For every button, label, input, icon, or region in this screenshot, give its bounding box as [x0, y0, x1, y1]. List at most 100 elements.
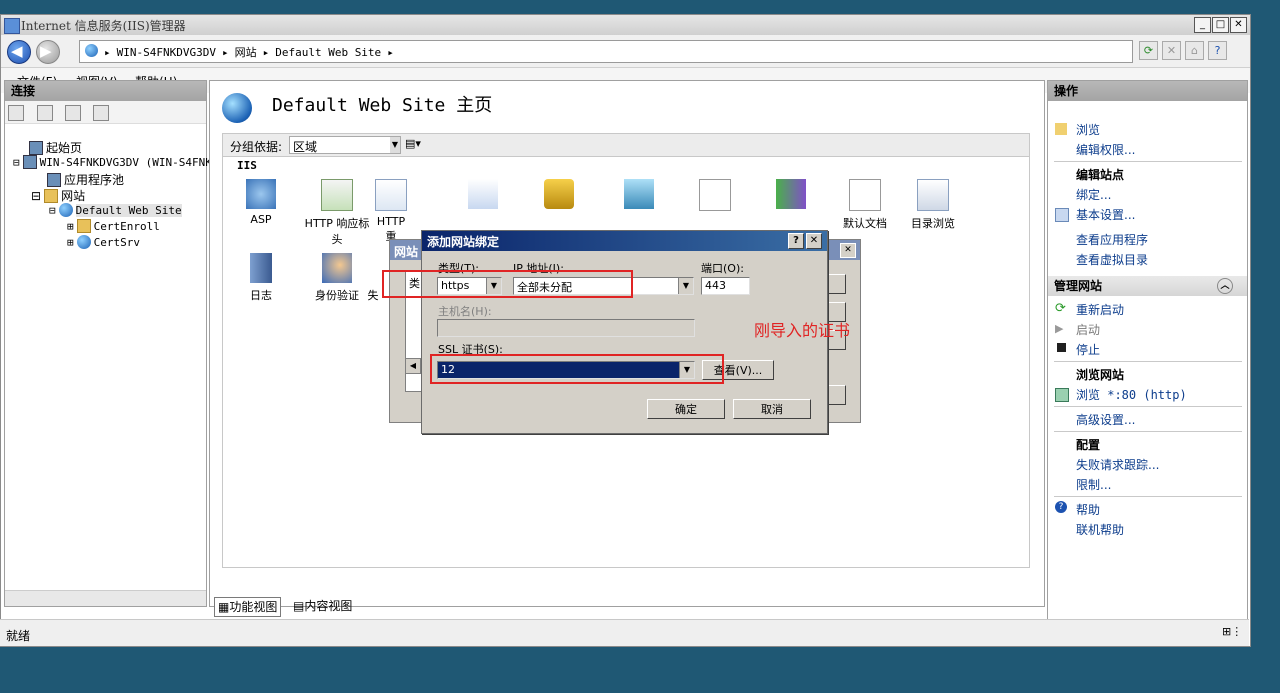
tab-content-view[interactable]: ▤内容视图 — [290, 597, 355, 615]
tree-app-pools[interactable]: 应用程序池 — [47, 171, 124, 188]
feature-http-response-headers[interactable]: HTTP 响应标头 — [303, 179, 371, 247]
start-icon: ▶ — [1055, 322, 1064, 335]
action-basic-settings[interactable]: 基本设置... — [1076, 206, 1135, 223]
save-icon[interactable] — [37, 105, 53, 121]
window-title: Internet 信息服务(IIS)管理器 — [21, 19, 186, 33]
forward-button[interactable]: ▶ — [36, 40, 60, 64]
crumb-sites[interactable]: 网站 — [235, 46, 257, 59]
address-bar[interactable]: ▸ WIN-S4FNKDVG3DV ▸ 网站 ▸ Default Web Site ▸ — [79, 40, 1133, 63]
forward-arrow-icon: ▶ — [40, 42, 52, 60]
browse-site-icon — [1055, 388, 1069, 402]
auth-icon — [322, 253, 352, 283]
highlight-type-ip-box — [382, 270, 633, 298]
edit-site-heading: 编辑站点 — [1076, 168, 1125, 182]
group-by-value: 区域 — [293, 140, 318, 154]
manage-site-group[interactable]: 管理网站 ︿ — [1048, 276, 1247, 296]
up-icon[interactable] — [65, 105, 81, 121]
action-failed-request-tracing[interactable]: 失败请求跟踪... — [1076, 456, 1159, 473]
close-button[interactable]: ✕ — [840, 243, 856, 258]
asp-icon — [246, 179, 276, 209]
site-globe-icon — [222, 93, 252, 123]
feature-failed-trace[interactable]: 失 — [363, 287, 383, 303]
back-arrow-icon: ◀ — [11, 42, 23, 60]
action-advanced-settings[interactable]: 高级设置... — [1076, 411, 1135, 428]
close-dialog-button[interactable] — [826, 385, 846, 405]
content-view-icon: ▤ — [293, 599, 305, 613]
crumb-server[interactable]: WIN-S4FNKDVG3DV — [117, 46, 216, 59]
default-doc-icon — [849, 179, 881, 211]
help-button[interactable]: ? — [788, 233, 804, 249]
globe-icon — [85, 44, 98, 57]
status-text: 就绪 — [6, 629, 31, 643]
feature-http-redirect[interactable]: HTTP 重 — [371, 179, 411, 244]
action-limits[interactable]: 限制... — [1076, 476, 1111, 493]
folder-icon — [76, 219, 91, 233]
tab-feature-view[interactable]: ▦功能视图 — [214, 597, 282, 617]
action-view-applications[interactable]: 查看应用程序 — [1076, 231, 1148, 248]
server-icon — [22, 155, 37, 169]
close-button[interactable]: ✕ — [1230, 17, 1247, 33]
page-title: Default Web Site 主页 — [272, 95, 493, 116]
minimize-button[interactable]: _ — [1194, 17, 1211, 33]
chevron-down-icon: ▼ — [678, 278, 693, 294]
dialog-title-bar: 添加网站绑定 ? ✕ — [422, 231, 827, 251]
home-icon[interactable]: ⌂ — [1185, 41, 1204, 60]
cancel-button[interactable]: 取消 — [733, 399, 811, 419]
tree-sites[interactable]: ⊟ 网站 — [31, 187, 85, 204]
action-bindings[interactable]: 绑定... — [1076, 186, 1111, 203]
action-view-virtual-dirs[interactable]: 查看虚拟目录 — [1076, 251, 1148, 268]
feature-ssl[interactable] — [539, 179, 579, 213]
feature-logging[interactable]: 日志 — [227, 253, 295, 303]
port-label: 端口(O): — [701, 262, 744, 275]
add-binding-button[interactable] — [826, 274, 846, 294]
log-icon — [250, 253, 272, 283]
action-edit-permissions[interactable]: 编辑权限... — [1076, 141, 1135, 158]
action-help[interactable]: 帮助 — [1076, 501, 1100, 518]
host-input[interactable] — [437, 319, 695, 337]
dialog-close-button[interactable]: ✕ — [806, 233, 822, 249]
tree-default-web-site[interactable]: ⊟ Default Web Site — [49, 203, 182, 217]
group-by-select[interactable]: 区域 ▼ — [289, 136, 401, 154]
tree-start-page[interactable]: 起始页 — [29, 139, 82, 156]
disconnect-icon[interactable] — [93, 105, 109, 121]
ok-button[interactable]: 确定 — [647, 399, 725, 419]
connect-icon[interactable] — [8, 105, 24, 121]
feature-handler[interactable] — [771, 179, 811, 213]
actions-panel: 操作 浏览 编辑权限... 编辑站点 绑定... 基本设置... 查看应用程序 … — [1047, 80, 1248, 622]
action-online-help[interactable]: 联机帮助 — [1076, 521, 1124, 538]
action-restart[interactable]: 重新启动 — [1076, 301, 1124, 318]
http-headers-icon — [321, 179, 353, 211]
port-input[interactable]: 443 — [701, 277, 750, 295]
maximize-button[interactable]: □ — [1212, 17, 1229, 33]
view-mode-icon[interactable]: ▤▾ — [405, 137, 421, 150]
action-browse[interactable]: 浏览 — [1076, 121, 1100, 138]
scroll-left-icon[interactable]: ◀ — [405, 358, 421, 374]
collapse-icon[interactable]: ︿ — [1217, 278, 1233, 294]
stop-icon[interactable]: ✕ — [1162, 41, 1181, 60]
feature-default-document[interactable]: 默认文档 — [831, 179, 899, 231]
status-bar: 就绪 ⊞⋮ — [0, 619, 1249, 646]
help-icon[interactable]: ? — [1208, 41, 1227, 60]
tree-certenroll[interactable]: ⊞ CertEnroll — [67, 219, 160, 233]
back-button[interactable]: ◀ — [7, 40, 31, 64]
action-start[interactable]: 启动 — [1076, 321, 1100, 338]
mime-icon — [468, 179, 498, 209]
sites-folder-icon — [44, 188, 59, 203]
refresh-icon[interactable]: ⟳ — [1139, 41, 1158, 60]
restart-icon: ⟳ — [1055, 301, 1066, 316]
action-stop[interactable]: 停止 — [1076, 341, 1100, 358]
settings-icon — [1055, 208, 1069, 222]
feature-error-pages[interactable] — [695, 179, 735, 215]
action-browse-80[interactable]: 浏览 *:80 (http) — [1076, 386, 1187, 403]
feature-asp[interactable]: ASP — [227, 179, 295, 226]
highlight-ssl-cert-box — [430, 354, 724, 384]
feature-authentication[interactable]: 身份验证 — [303, 253, 371, 303]
actions-header: 操作 — [1048, 81, 1247, 101]
feature-directory-browsing[interactable]: 目录浏览 — [899, 179, 967, 231]
horizontal-scrollbar[interactable] — [5, 590, 206, 606]
feature-mime[interactable] — [463, 179, 503, 213]
crumb-default-site[interactable]: Default Web Site — [275, 46, 381, 59]
tree-server[interactable]: ⊟ WIN-S4FNKDVG3DV (WIN-S4FNK — [13, 155, 212, 169]
tree-certsrv[interactable]: ⊞ CertSrv — [67, 235, 140, 249]
feature-modules[interactable] — [619, 179, 659, 213]
